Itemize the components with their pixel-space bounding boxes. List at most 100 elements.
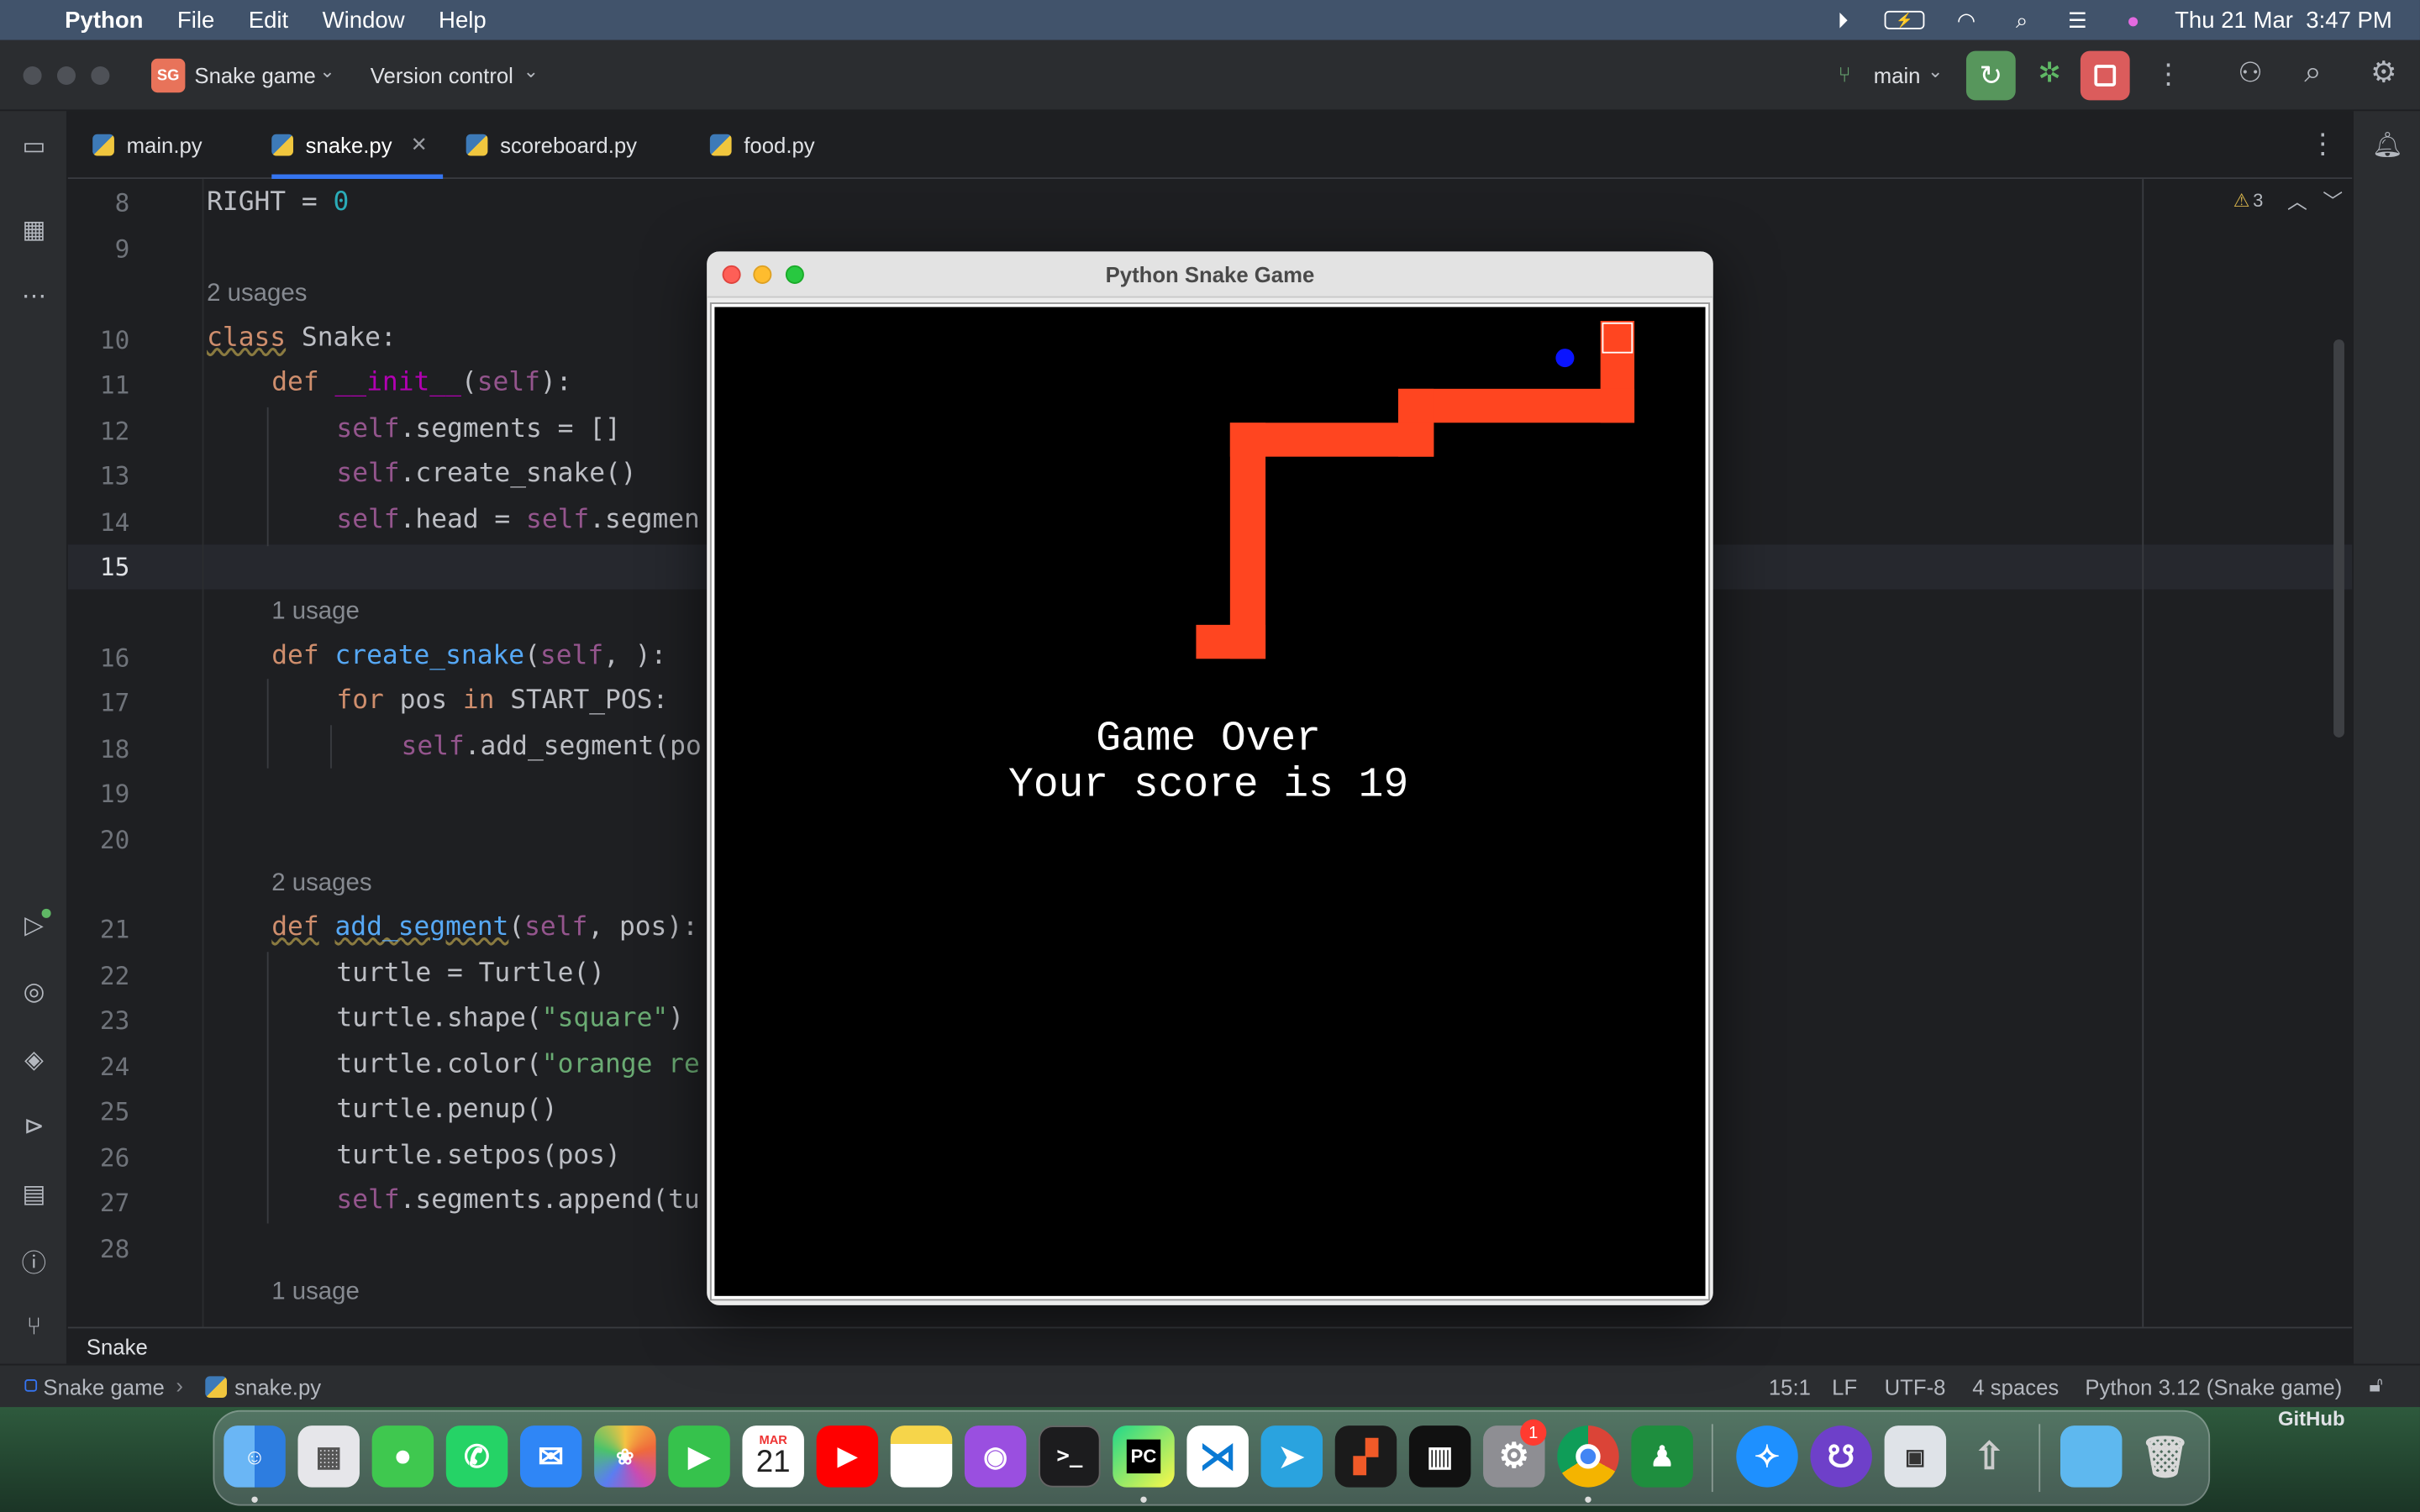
menu-file[interactable]: File [177,7,214,33]
structure-icon[interactable]: ▦ [17,213,50,246]
window-zoom-button[interactable] [91,66,110,86]
breadcrumb-class[interactable]: Snake [87,1334,148,1358]
rerun-button[interactable]: ↻ [1965,50,2016,101]
game-close-button[interactable] [722,265,741,284]
status-project[interactable]: Snake game [43,1374,164,1399]
menu-window[interactable]: Window [323,7,405,33]
menu-edit[interactable]: Edit [249,7,288,33]
podcasts-icon[interactable]: ◉ [964,1425,1027,1488]
terminal-icon[interactable]: ▤ [17,1177,50,1210]
notifications-bell-icon[interactable]: 🔔︎ [2370,128,2404,161]
python-interpreter[interactable]: Python 3.12 (Snake game) [2085,1374,2342,1399]
stop-button[interactable] [2080,50,2130,101]
tab-scoreboard-py[interactable]: scoreboard.py [466,111,637,179]
launchpad-icon[interactable]: ▦ [297,1425,360,1488]
git-icon[interactable]: ⑂ [17,1311,50,1345]
services-icon[interactable]: ⊳ [17,1110,50,1143]
problems-icon[interactable]: ⓘ [17,1243,50,1278]
chrome-icon[interactable] [1557,1425,1619,1488]
line-number: 22 [99,961,130,991]
vscode-icon[interactable]: ⋊ [1186,1425,1249,1488]
game-canvas[interactable]: Game Over Your score is 19 [709,302,1711,1301]
project-name-dropdown[interactable]: Snake game [194,63,315,87]
indent-setting[interactable]: 4 spaces [1972,1374,2059,1399]
youtube-icon[interactable]: ▶ [816,1425,879,1488]
code-line: self.head = self.segmen [336,504,700,536]
warning-icon[interactable]: ⚠ 3 [2233,190,2264,212]
vcs-dropdown[interactable]: Version control [371,63,513,87]
editor-tabs: main.py snake.py ✕ scoreboard.py food.py … [67,111,2353,180]
tab-main-py[interactable]: main.py [92,111,203,179]
mail-icon[interactable]: ✉ [519,1425,582,1488]
safari-icon[interactable]: ✧ [1736,1425,1798,1488]
close-icon[interactable]: ✕ [411,133,428,157]
control-center-icon[interactable]: ☰ [2064,7,2091,31]
usage-hint[interactable]: 2 usages [207,281,307,308]
battery-icon[interactable]: ⚡ [1884,10,1925,29]
layers-icon[interactable]: ◈ [17,1043,50,1077]
play-circle-icon[interactable]: ⏵ [1829,7,1857,31]
game-zoom-button[interactable] [785,265,804,284]
spotlight-search-icon[interactable]: ⌕ [2008,7,2036,31]
tab-food-py[interactable]: food.py [709,111,815,179]
trash-icon[interactable]: 🗑︎ [2134,1425,2196,1487]
telegram-icon[interactable]: ➤ [1260,1425,1323,1488]
line-number: 14 [99,507,130,538]
whatsapp-icon[interactable]: ✆ [445,1425,508,1488]
search-icon[interactable]: ⌕ [2304,55,2322,91]
line-separator[interactable]: LF [1832,1374,1857,1399]
downloads-folder-icon[interactable] [2060,1425,2123,1488]
editor-scrollbar[interactable] [2333,339,2344,738]
facetime-icon[interactable]: ▶ [668,1425,730,1488]
game-window-title[interactable]: Python Snake Game [707,251,1713,298]
run-icon[interactable]: ▷ [17,908,51,942]
add-user-icon[interactable]: ⚇ [2238,57,2263,90]
usage-hint[interactable]: 1 usage [271,599,360,627]
line-number: 19 [99,779,130,809]
tabs-more-icon[interactable]: ⋮ [2309,128,2337,160]
terminal-app-icon[interactable]: >_ [1039,1425,1101,1488]
github-desktop-icon[interactable]: ☋ [1810,1425,1872,1488]
usage-hint[interactable]: 2 usages [271,870,371,898]
menu-help[interactable]: Help [439,7,487,33]
final-score: Your score is 19 [1008,764,1409,811]
more-vertical-icon[interactable]: ⋮ [2154,59,2182,92]
line-number: 26 [99,1142,130,1173]
chevron-down-icon[interactable]: ﹀ [2323,185,2343,214]
file-encoding[interactable]: UTF-8 [1885,1374,1946,1399]
line-number: 25 [99,1096,130,1126]
preview-icon[interactable]: ▣ [1884,1425,1947,1488]
project-folder-icon[interactable]: ▭ [17,129,50,163]
python-console-icon[interactable]: ◎ [17,975,50,1009]
lock-icon[interactable]: 🔓︎ [2369,1372,2383,1398]
usage-hint[interactable]: 1 usage [271,1279,360,1307]
chevron-up-icon[interactable]: ︿ [2287,185,2307,214]
window-close-button[interactable] [23,66,42,86]
left-tool-strip: ▭ ▦ ⋯ ▷ ◎ ◈ ⊳ ▤ ⓘ ⑂ [0,111,68,1364]
notes-icon[interactable] [890,1425,953,1488]
status-file[interactable]: snake.py [234,1374,321,1399]
caret-position[interactable]: 15:1 [1769,1374,1811,1399]
window-minimize-button[interactable] [56,66,76,86]
menubar-clock[interactable]: Thu 21 Mar 3:47 PM [2175,7,2392,33]
calendar-icon[interactable]: MAR 21 [742,1425,804,1488]
piano-icon[interactable]: ▥ [1408,1425,1471,1488]
pycharm-icon[interactable]: PC [1113,1425,1175,1488]
more-horizontal-icon[interactable]: ⋯ [17,279,50,312]
game-minimize-button[interactable] [753,265,772,284]
app-orange-icon[interactable]: ▞ [1334,1425,1397,1488]
photos-icon[interactable]: ❀ [594,1425,656,1488]
finder-icon[interactable]: ☺ [224,1425,286,1488]
classroom-icon[interactable]: ♟ [1631,1425,1693,1488]
branch-dropdown[interactable]: main [1874,63,1921,87]
rocket-icon[interactable]: ⇧ [1959,1425,2020,1487]
snake-game-window[interactable]: Python Snake Game Game Over Your score i… [707,251,1713,1305]
gear-icon[interactable]: ⚙ [2370,55,2396,91]
tab-snake-py[interactable]: snake.py ✕ [271,111,428,179]
project-badge[interactable]: SG [150,58,186,93]
wifi-icon[interactable]: ◠ [1953,7,1981,31]
siri-icon[interactable]: ● [2119,8,2147,32]
debug-bug-icon[interactable]: ✲ [2031,57,2068,94]
menu-app-python[interactable]: Python [65,7,143,33]
messages-icon[interactable]: ● [371,1425,434,1488]
